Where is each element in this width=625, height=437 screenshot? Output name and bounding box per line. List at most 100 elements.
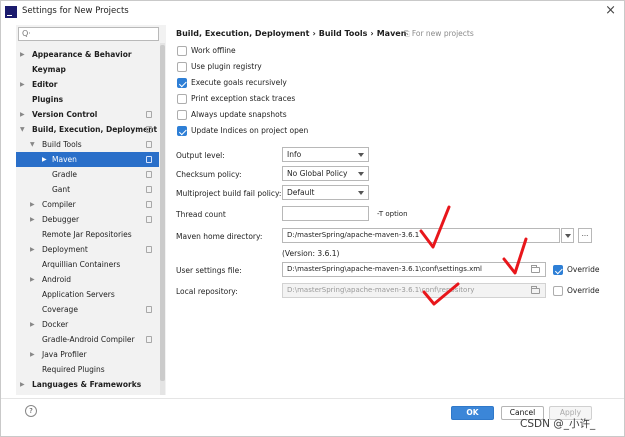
user-settings-input[interactable]: D:\masterSpring\apache-maven-3.6.1\conf\… bbox=[282, 262, 546, 277]
expand-right-icon[interactable]: ▶ bbox=[30, 272, 35, 287]
expand-right-icon[interactable]: ▶ bbox=[20, 392, 25, 395]
expand-right-icon[interactable]: ▶ bbox=[30, 317, 35, 332]
maven-home-input[interactable]: D:/masterSpring/apache-maven-3.6.1 bbox=[282, 228, 560, 243]
checkbox-icon bbox=[177, 126, 187, 136]
sidebar-item-appearance-behavior[interactable]: ▶ Appearance & Behavior bbox=[16, 47, 159, 62]
expand-down-icon[interactable]: ▼ bbox=[20, 122, 25, 137]
expand-right-icon[interactable]: ▶ bbox=[30, 212, 35, 227]
sidebar-item-label: Android bbox=[42, 275, 71, 284]
checksum-policy-label: Checksum policy: bbox=[176, 170, 242, 179]
settings-search[interactable]: Q· bbox=[18, 27, 159, 41]
sidebar-item-label: Required Plugins bbox=[42, 365, 105, 374]
local-repository-label: Local repository: bbox=[176, 287, 238, 296]
breadcrumb-build-tools: Build Tools bbox=[318, 29, 368, 38]
sidebar-item-keymap[interactable]: Keymap bbox=[16, 62, 159, 77]
expand-right-icon[interactable]: ▶ bbox=[30, 242, 35, 257]
checksum-policy-select[interactable]: No Global Policy bbox=[282, 166, 369, 181]
sidebar-item-maven[interactable]: ▶ Maven bbox=[16, 152, 159, 167]
sidebar-item-deployment[interactable]: ▶ Deployment bbox=[16, 242, 159, 257]
expand-right-icon[interactable]: ▶ bbox=[42, 152, 47, 167]
sidebar-item-android[interactable]: ▶ Android bbox=[16, 272, 159, 287]
window-title: Settings for New Projects bbox=[22, 6, 129, 16]
search-input[interactable] bbox=[32, 29, 156, 39]
ok-button[interactable]: OK bbox=[451, 406, 494, 420]
expand-right-icon[interactable]: ▶ bbox=[20, 77, 25, 92]
breadcrumb-maven: Maven bbox=[376, 29, 407, 38]
breadcrumb-separator: › bbox=[370, 29, 374, 38]
sidebar-item-label: Debugger bbox=[42, 215, 80, 224]
thread-count-input[interactable] bbox=[282, 206, 369, 221]
sidebar-item-gradle-android-compiler[interactable]: Gradle-Android Compiler bbox=[16, 332, 159, 347]
sidebar-item-label: Appearance & Behavior bbox=[32, 50, 132, 59]
sidebar-scrollbar-thumb[interactable] bbox=[160, 45, 165, 381]
footer-divider bbox=[1, 398, 624, 399]
sidebar-item-docker[interactable]: ▶ Docker bbox=[16, 317, 159, 332]
sidebar-item-coverage[interactable]: Coverage bbox=[16, 302, 159, 317]
sidebar-item-label: Tools bbox=[32, 392, 53, 395]
output-level-label: Output level: bbox=[176, 151, 225, 160]
sidebar-item-application-servers[interactable]: Application Servers bbox=[16, 287, 159, 302]
checksum-policy-value: No Global Policy bbox=[287, 169, 348, 178]
checkbox-icon bbox=[553, 265, 563, 275]
sidebar-item-label: Gant bbox=[52, 185, 71, 194]
expand-right-icon[interactable]: ▶ bbox=[30, 197, 35, 212]
sidebar-item-label: Deployment bbox=[42, 245, 88, 254]
expand-right-icon[interactable]: ▶ bbox=[20, 377, 25, 392]
search-icon: Q· bbox=[22, 29, 31, 38]
project-scope-icon bbox=[146, 141, 152, 148]
sidebar-item-label: Compiler bbox=[42, 200, 76, 209]
sidebar-item-label: Coverage bbox=[42, 305, 78, 314]
breadcrumb-build-execution: Build, Execution, Deployment bbox=[176, 29, 310, 38]
sidebar-item-label: Plugins bbox=[32, 95, 64, 104]
sidebar-item-label: Remote Jar Repositories bbox=[42, 230, 132, 239]
sidebar-item-debugger[interactable]: ▶ Debugger bbox=[16, 212, 159, 227]
for-new-projects-text: For new projects bbox=[411, 29, 474, 38]
folder-icon[interactable] bbox=[531, 286, 540, 294]
sidebar-item-label: Maven bbox=[52, 155, 77, 164]
expand-right-icon[interactable]: ▶ bbox=[30, 347, 35, 362]
sidebar-item-label: Gradle bbox=[52, 170, 77, 179]
sidebar-item-java-profiler[interactable]: ▶ Java Profiler bbox=[16, 347, 159, 362]
sidebar-item-gant[interactable]: Gant bbox=[16, 182, 159, 197]
settings-dialog: Settings for New Projects × Q· ▶ Appearan… bbox=[0, 0, 625, 437]
sidebar-item-compiler[interactable]: ▶ Compiler bbox=[16, 197, 159, 212]
close-icon[interactable]: × bbox=[605, 3, 616, 18]
maven-home-dropdown-button[interactable] bbox=[561, 228, 574, 243]
sidebar-item-label: Java Profiler bbox=[42, 350, 87, 359]
project-scope-icon bbox=[146, 201, 152, 208]
checkbox-icon bbox=[553, 286, 563, 296]
sidebar-item-version-control[interactable]: ▶ Version Control bbox=[16, 107, 159, 122]
sidebar-item-languages-frameworks[interactable]: ▶ Languages & Frameworks bbox=[16, 377, 159, 392]
sidebar-item-remote-jar-repositories[interactable]: Remote Jar Repositories bbox=[16, 227, 159, 242]
sidebar-item-gradle[interactable]: Gradle bbox=[16, 167, 159, 182]
sidebar-item-label: Gradle-Android Compiler bbox=[42, 335, 135, 344]
chevron-down-icon bbox=[358, 191, 364, 195]
project-scope-icon bbox=[146, 186, 152, 193]
sidebar-item-editor[interactable]: ▶ Editor bbox=[16, 77, 159, 92]
output-level-select[interactable]: Info bbox=[282, 147, 369, 162]
sidebar-item-label: Docker bbox=[42, 320, 69, 329]
sidebar-item-build-tools[interactable]: ▼ Build Tools bbox=[16, 137, 159, 152]
local-repository-input[interactable]: D:\masterSpring\apache-maven-3.6.1\conf\… bbox=[282, 283, 546, 298]
checkbox-label: Use plugin registry bbox=[191, 62, 262, 71]
sidebar-item-label: Arquillian Containers bbox=[42, 260, 121, 269]
folder-icon[interactable] bbox=[531, 265, 540, 273]
expand-right-icon[interactable]: ▶ bbox=[20, 47, 25, 62]
help-icon[interactable]: ? bbox=[25, 405, 37, 417]
sidebar-item-arquillian-containers[interactable]: Arquillian Containers bbox=[16, 257, 159, 272]
fail-policy-select[interactable]: Default bbox=[282, 185, 369, 200]
override-label: Override bbox=[567, 286, 600, 295]
checkbox-icon bbox=[177, 94, 187, 104]
project-scope-icon bbox=[146, 306, 152, 313]
fail-policy-value: Default bbox=[287, 188, 315, 197]
sidebar-item-build-execution-deployment[interactable]: ▼ Build, Execution, Deployment bbox=[16, 122, 159, 137]
maven-home-browse-button[interactable]: ... bbox=[578, 228, 592, 243]
csdn-watermark: CSDN @_小许_ bbox=[520, 418, 596, 430]
output-level-value: Info bbox=[287, 150, 302, 159]
sidebar-item-required-plugins[interactable]: Required Plugins bbox=[16, 362, 159, 377]
expand-down-icon[interactable]: ▼ bbox=[30, 137, 35, 152]
sidebar-item-tools[interactable]: ▶ Tools bbox=[16, 392, 159, 395]
sidebar-item-plugins[interactable]: Plugins bbox=[16, 92, 159, 107]
expand-right-icon[interactable]: ▶ bbox=[20, 107, 25, 122]
override-label: Override bbox=[567, 265, 600, 274]
